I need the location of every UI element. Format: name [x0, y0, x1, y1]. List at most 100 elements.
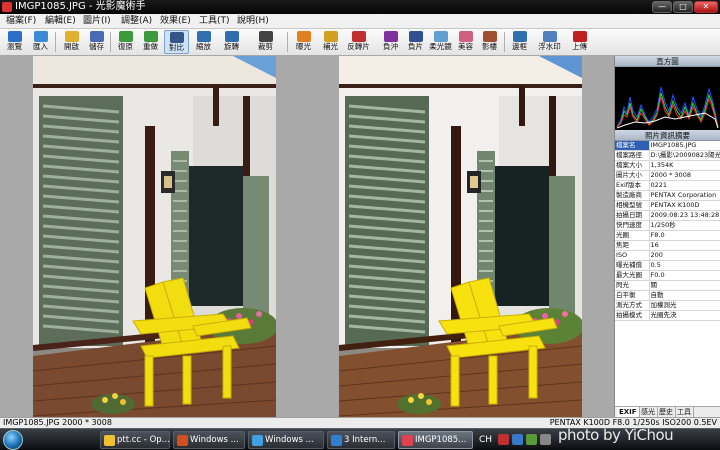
tray-volume-icon[interactable]	[540, 434, 551, 445]
toolbar: 瀏覽 匯入 開啟 儲存 復原 重做 對比 縮放 旋轉 裁剪 曝光 補光 反轉片 …	[0, 29, 720, 56]
window-icon	[177, 435, 188, 446]
toolbar-zoom-button[interactable]: 縮放	[191, 30, 216, 54]
toolbar-browse-button[interactable]: 瀏覽	[2, 30, 27, 54]
browser-icon	[104, 435, 115, 446]
table-row[interactable]: Exif版本 0221	[615, 180, 720, 192]
menu-image[interactable]: 圖片(I)	[80, 15, 114, 27]
histogram-header: 直方圖	[615, 56, 720, 67]
table-row[interactable]: 拍攝日期 2009:08:23 13:48:28	[615, 210, 720, 222]
close-button[interactable]: ✕	[694, 1, 718, 13]
app-icon	[2, 2, 12, 12]
table-row[interactable]: 拍攝模式 光圈先決	[615, 310, 720, 322]
open-folder-icon	[64, 31, 79, 42]
table-row[interactable]: 檔案路徑 D:\攝影\20090823陽光蜜	[615, 150, 720, 162]
processed-photo[interactable]	[339, 56, 582, 417]
toolbar-reversal-film-button[interactable]: 反轉片	[346, 30, 371, 54]
toolbar-negative-process-button[interactable]: 負沖	[378, 30, 403, 54]
original-photo[interactable]	[33, 56, 276, 417]
toolbar-separator	[287, 32, 288, 52]
status-file-info: IMGP1085.JPG 2000 * 3008	[3, 418, 112, 427]
rotate-icon	[224, 31, 239, 42]
photo-watermark: photo by YiChou	[558, 426, 674, 444]
toolbar-soft-light-button[interactable]: 柔光鏡	[428, 30, 453, 54]
table-row[interactable]: 閃光關	[615, 280, 720, 292]
frame-icon	[512, 31, 527, 42]
undo-icon	[118, 31, 133, 42]
toolbar-crop-button[interactable]: 裁剪	[253, 30, 278, 54]
toolbar-redo-button[interactable]: 重做	[138, 30, 163, 54]
studio-icon	[482, 31, 497, 42]
soft-light-icon	[433, 31, 448, 42]
table-row[interactable]: ISO 200	[615, 250, 720, 262]
toolbar-separator	[110, 32, 111, 52]
window-icon	[252, 435, 263, 446]
toolbar-save-button[interactable]: 儲存	[84, 30, 109, 54]
taskbar-item-browser[interactable]: ptt.cc - Op...	[100, 431, 170, 449]
menu-effects[interactable]: 效果(E)	[157, 15, 194, 27]
toolbar-import-button[interactable]: 匯入	[28, 30, 53, 54]
table-row[interactable]: 檔案大小 1,354K	[615, 160, 720, 172]
toolbar-separator	[55, 32, 56, 52]
toolbar-upload-button[interactable]: 上傳	[567, 30, 592, 54]
ime-indicator[interactable]: CH	[479, 433, 492, 447]
menu-adjust[interactable]: 調整(A)	[118, 15, 155, 27]
zoom-icon	[196, 31, 211, 42]
toolbar-frame-button[interactable]: 邊框	[507, 30, 532, 54]
tab-exif[interactable]: EXIF	[617, 407, 640, 417]
taskbar-item-internet-explorer[interactable]: 3 Intern...	[327, 431, 395, 449]
tab-sensitivity[interactable]: 感光	[639, 407, 658, 417]
tray-network-icon[interactable]	[512, 434, 523, 445]
toolbar-rotate-button[interactable]: 旋轉	[219, 30, 244, 54]
table-row[interactable]: 製造廠商 PENTAX Corporation	[615, 190, 720, 202]
compare-icon	[169, 32, 184, 43]
table-row[interactable]: 曝光補償 0.5	[615, 260, 720, 272]
toolbar-compare-button[interactable]: 對比	[164, 30, 189, 54]
photo-info-header: 照片資訊摘要	[615, 130, 720, 141]
maximize-button[interactable]: □	[673, 1, 693, 13]
start-button[interactable]	[3, 430, 23, 450]
table-row[interactable]: 圖片大小 2000 * 3008	[615, 170, 720, 182]
tab-history[interactable]: 歷史	[657, 407, 676, 417]
table-row[interactable]: 檔案名 IMGP1085.JPG	[615, 141, 720, 152]
menu-edit[interactable]: 編輯(E)	[42, 15, 79, 27]
table-row[interactable]: 白平衡 自動	[615, 290, 720, 302]
taskbar-item-windows-1[interactable]: Windows ...	[173, 431, 245, 449]
film-icon	[408, 31, 423, 42]
toolbar-separator	[504, 32, 505, 52]
table-row[interactable]: 相機型號 PENTAX K100D	[615, 200, 720, 212]
tray-app-icon[interactable]	[498, 434, 509, 445]
table-row[interactable]: 焦距 16	[615, 240, 720, 252]
menu-help[interactable]: 說明(H)	[234, 15, 272, 27]
table-row[interactable]: 測光方式 加權測光	[615, 300, 720, 312]
title-bar: IMGP1085.JPG - 光影魔術手 — □ ✕	[0, 0, 720, 14]
watermark-icon	[542, 31, 557, 42]
fill-light-icon	[323, 31, 338, 42]
negative-icon	[383, 31, 398, 42]
taskbar-item-windows-2[interactable]: Windows ...	[248, 431, 324, 449]
redo-icon	[143, 31, 158, 42]
toolbar-film-button[interactable]: 負片	[403, 30, 428, 54]
import-icon	[33, 31, 48, 42]
panel-tabs: EXIF 感光 歷史 工具	[615, 406, 720, 417]
table-row[interactable]: 最大光圈 F0.0	[615, 270, 720, 282]
toolbar-studio-button[interactable]: 影樓	[477, 30, 502, 54]
menu-tools[interactable]: 工具(T)	[196, 15, 233, 27]
toolbar-open-button[interactable]: 開啟	[59, 30, 84, 54]
toolbar-exposure-button[interactable]: 曝光	[291, 30, 316, 54]
browse-icon	[7, 31, 22, 42]
toolbar-watermark-button[interactable]: 浮水印	[537, 30, 562, 54]
tray-security-icon[interactable]	[526, 434, 537, 445]
table-row[interactable]: 光圈 F8.0	[615, 230, 720, 242]
table-row[interactable]: 快門速度 1/250秒	[615, 220, 720, 232]
taskbar-item-photo-editor[interactable]: IMGP1085...	[398, 431, 473, 449]
toolbar-beauty-button[interactable]: 美容	[453, 30, 478, 54]
menu-file[interactable]: 檔案(F)	[3, 15, 39, 27]
save-icon	[89, 31, 104, 42]
tab-tools[interactable]: 工具	[675, 407, 694, 417]
toolbar-undo-button[interactable]: 復原	[113, 30, 138, 54]
minimize-button[interactable]: —	[652, 1, 672, 13]
beauty-icon	[458, 31, 473, 42]
toolbar-fill-light-button[interactable]: 補光	[318, 30, 343, 54]
photo-editor-icon	[402, 435, 413, 446]
upload-icon	[572, 31, 587, 42]
